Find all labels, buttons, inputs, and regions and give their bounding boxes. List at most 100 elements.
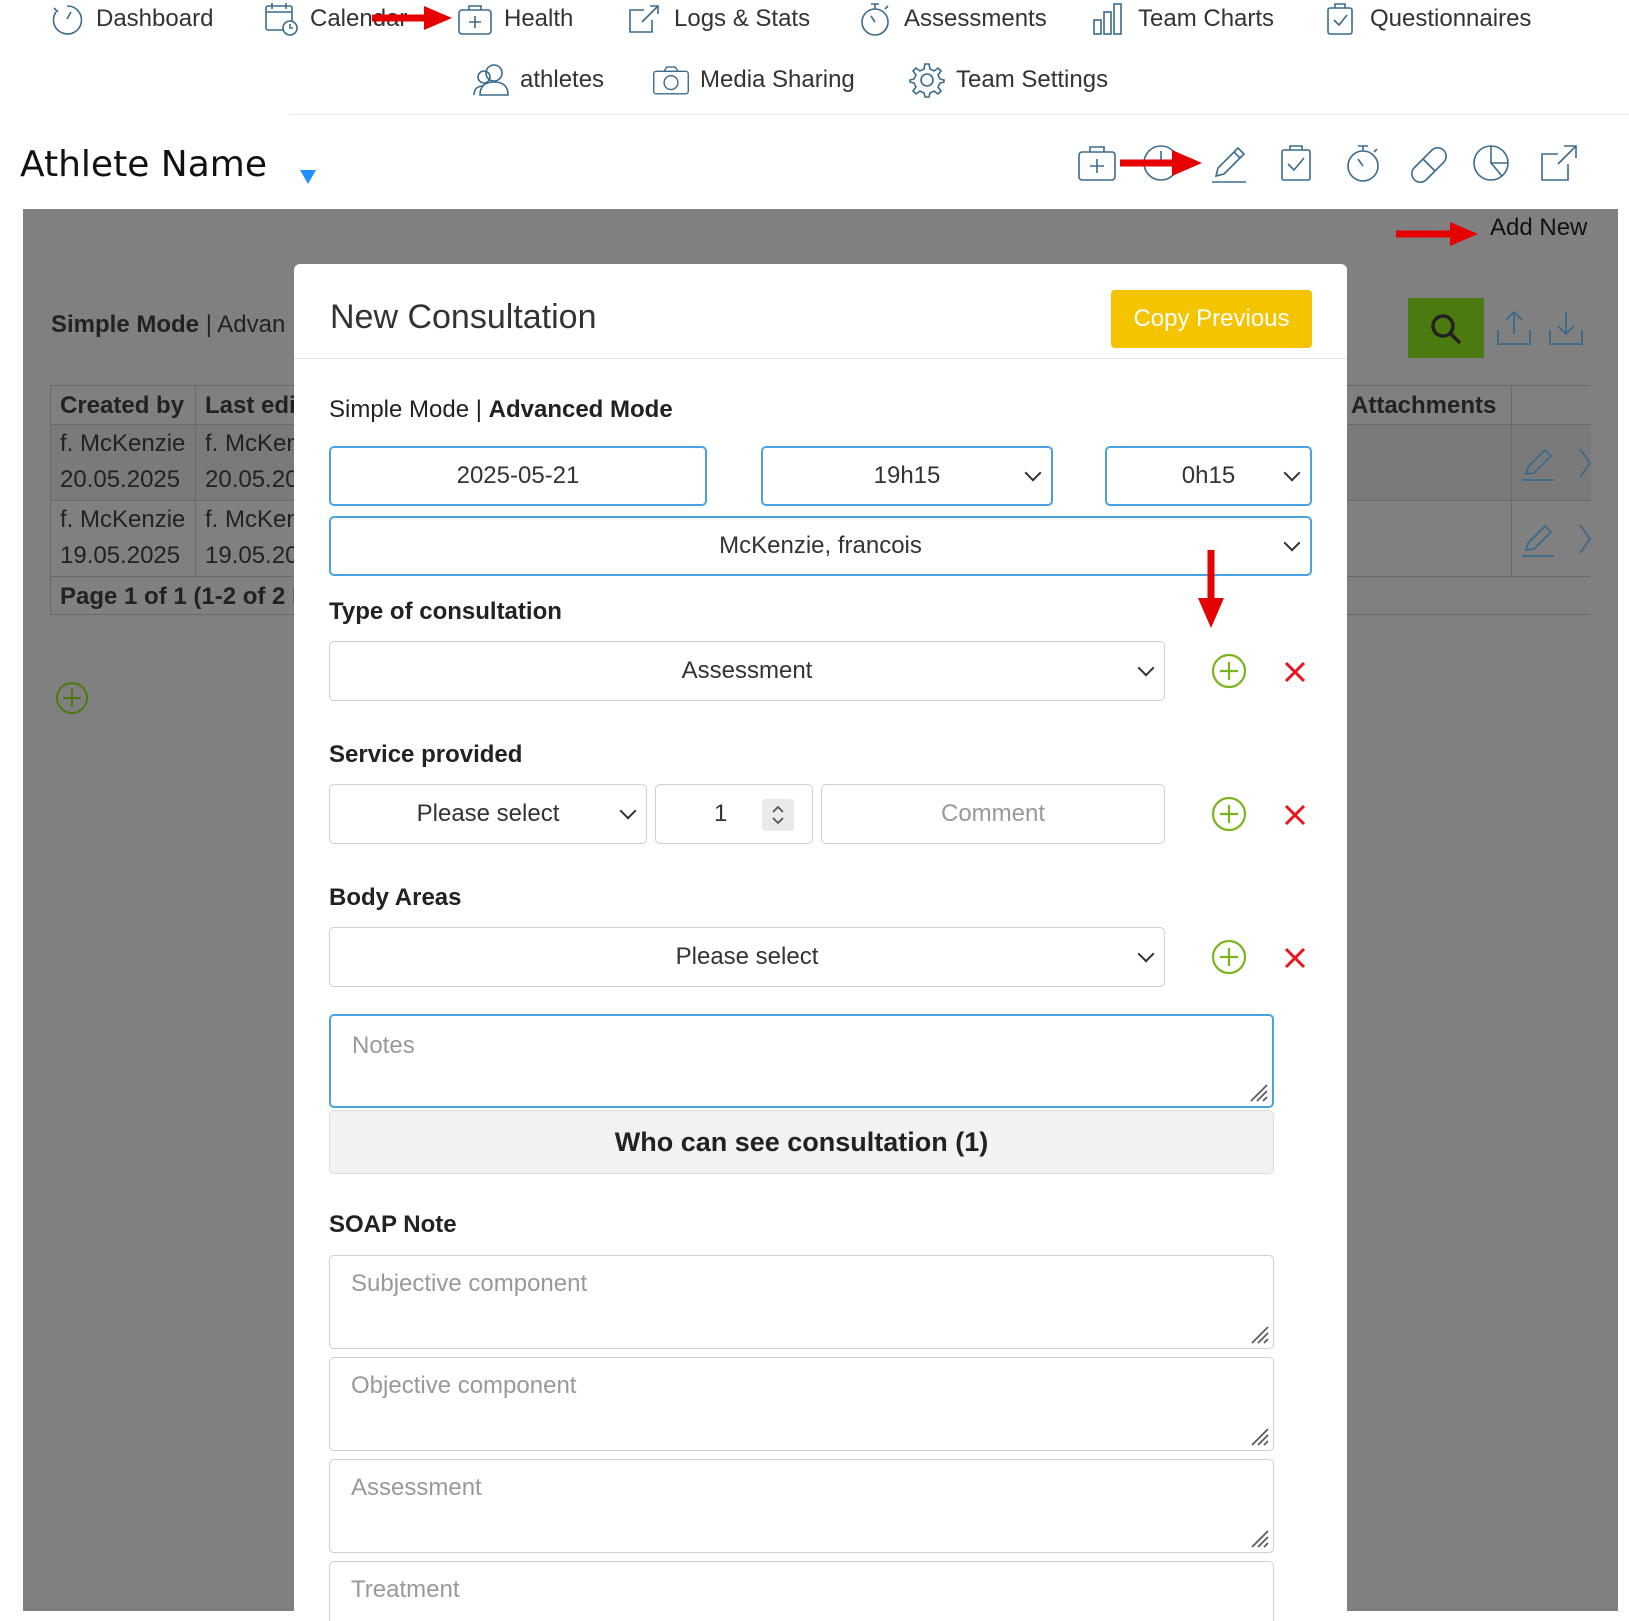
- athlete-dropdown-icon[interactable]: [300, 170, 316, 184]
- add-service-icon[interactable]: [1211, 796, 1247, 832]
- nav-health[interactable]: Health: [456, 0, 573, 38]
- background-mode-advanced: Advan: [217, 311, 286, 338]
- row2-expand-icon[interactable]: [1578, 522, 1592, 556]
- body-areas-select[interactable]: Please select: [329, 927, 1165, 987]
- body-areas-value: Please select: [675, 943, 819, 970]
- health-icon: [456, 0, 494, 38]
- chevron-down-icon: [1024, 464, 1042, 482]
- practitioner-select[interactable]: McKenzie, francois: [329, 516, 1312, 576]
- nav-team-charts-label: Team Charts: [1138, 5, 1275, 32]
- notes-textarea[interactable]: Notes: [329, 1014, 1274, 1108]
- modal-title: New Consultation: [330, 298, 597, 336]
- download-icon[interactable]: [1546, 308, 1586, 348]
- nav-team-settings[interactable]: Team Settings: [908, 61, 1108, 99]
- nav-team-charts[interactable]: Team Charts: [1090, 0, 1274, 38]
- search-icon: [1431, 314, 1462, 345]
- column-attachments[interactable]: Attachments: [1351, 392, 1496, 420]
- row2-created-by: f. McKenzie: [60, 506, 186, 533]
- nav-media-sharing-label: Media Sharing: [700, 66, 855, 93]
- soap-note-label: SOAP Note: [329, 1211, 457, 1238]
- add-type-icon[interactable]: [1211, 653, 1247, 689]
- nav-athletes-label: athletes: [520, 66, 605, 93]
- external-link-icon[interactable]: [1538, 142, 1580, 184]
- practitioner-value: McKenzie, francois: [719, 532, 922, 559]
- advanced-mode-link[interactable]: Advanced Mode: [489, 396, 673, 423]
- row2-edit-icon[interactable]: [1520, 522, 1556, 558]
- checklist-icon[interactable]: [1276, 142, 1318, 184]
- add-body-area-icon[interactable]: [1211, 939, 1247, 975]
- copy-previous-button[interactable]: Copy Previous: [1111, 290, 1312, 348]
- type-of-consultation-label: Type of consultation: [329, 598, 562, 625]
- column-last-edited[interactable]: Last edi: [205, 392, 296, 420]
- pie-chart-icon[interactable]: [1470, 142, 1512, 184]
- nav-dashboard-label: Dashboard: [96, 5, 214, 32]
- simple-mode-link[interactable]: Simple Mode: [329, 396, 469, 423]
- nav-assessments[interactable]: Assessments: [856, 0, 1047, 38]
- background-mode-sep: |: [199, 311, 218, 338]
- athlete-name: Athlete Name: [20, 144, 267, 185]
- resize-grip-icon[interactable]: [1246, 1423, 1270, 1447]
- type-of-consultation-select[interactable]: Assessment: [329, 641, 1165, 701]
- upload-icon[interactable]: [1494, 308, 1534, 348]
- date-input[interactable]: 2025-05-21: [329, 446, 707, 506]
- nav-athletes[interactable]: athletes: [472, 61, 604, 99]
- resize-grip-icon[interactable]: [1246, 1525, 1270, 1549]
- duration-value: 0h15: [1181, 462, 1236, 489]
- subjective-placeholder: Subjective component: [351, 1270, 588, 1297]
- remove-body-area-icon[interactable]: [1282, 945, 1308, 971]
- time-select[interactable]: 19h15: [761, 446, 1053, 506]
- stopwatch-icon: [856, 0, 894, 38]
- nav-media-sharing[interactable]: Media Sharing: [652, 61, 855, 99]
- stepper-arrows-icon[interactable]: [762, 799, 794, 831]
- treatment-placeholder: Treatment: [351, 1576, 460, 1603]
- logs-icon: [626, 0, 664, 38]
- add-new-link[interactable]: Add New: [1490, 214, 1587, 242]
- row1-created-date: 20.05.2025: [60, 466, 181, 493]
- nav-questionnaires[interactable]: Questionnaires: [1322, 0, 1531, 38]
- remove-type-icon[interactable]: [1282, 659, 1308, 685]
- service-value: Please select: [416, 800, 560, 827]
- nav-dashboard[interactable]: Dashboard: [48, 0, 213, 38]
- pencil-icon[interactable]: [1208, 142, 1250, 184]
- background-add-row-icon[interactable]: [54, 680, 90, 716]
- service-quantity-stepper[interactable]: 1: [655, 784, 813, 844]
- who-can-see-button[interactable]: Who can see consultation (1): [329, 1110, 1274, 1174]
- chevron-down-icon: [619, 802, 637, 820]
- nav-assessments-label: Assessments: [904, 5, 1047, 32]
- background-search-button[interactable]: [1408, 298, 1484, 358]
- mode-separator: |: [469, 396, 489, 423]
- row1-expand-icon[interactable]: [1578, 446, 1592, 480]
- stopwatch-icon[interactable]: [1342, 142, 1384, 184]
- body-areas-label: Body Areas: [329, 884, 462, 911]
- questionnaire-icon: [1322, 0, 1360, 38]
- calendar-icon: [262, 0, 300, 38]
- annotation-arrow-toolbar: [1120, 150, 1202, 176]
- type-of-consultation-value: Assessment: [681, 657, 813, 684]
- medical-kit-icon[interactable]: [1076, 142, 1118, 184]
- background-mode-simple: Simple Mode: [51, 311, 200, 338]
- treatment-textarea[interactable]: Treatment: [329, 1561, 1274, 1621]
- column-created-by[interactable]: Created by: [60, 392, 184, 420]
- objective-textarea[interactable]: Objective component: [329, 1357, 1274, 1451]
- row2-last-edit-by: f. McKen: [205, 506, 300, 533]
- service-comment-input[interactable]: Comment: [821, 784, 1165, 844]
- new-consultation-modal: New Consultation Copy Previous Simple Mo…: [294, 264, 1347, 1621]
- subjective-textarea[interactable]: Subjective component: [329, 1255, 1274, 1349]
- background-table-vline: [50, 385, 51, 614]
- duration-select[interactable]: 0h15: [1105, 446, 1312, 506]
- resize-grip-icon[interactable]: [1246, 1321, 1270, 1345]
- remove-service-icon[interactable]: [1282, 802, 1308, 828]
- service-select[interactable]: Please select: [329, 784, 647, 844]
- objective-placeholder: Objective component: [351, 1372, 577, 1399]
- chevron-down-icon: [1137, 659, 1155, 677]
- row1-edit-icon[interactable]: [1520, 446, 1556, 482]
- nav-logs-stats-label: Logs & Stats: [674, 5, 811, 32]
- camera-icon: [652, 61, 690, 99]
- chevron-down-icon: [1283, 534, 1301, 552]
- nav-logs-stats[interactable]: Logs & Stats: [626, 0, 810, 38]
- resize-grip-icon[interactable]: [1245, 1079, 1269, 1103]
- pill-icon[interactable]: [1406, 142, 1448, 184]
- assessment-textarea[interactable]: Assessment: [329, 1459, 1274, 1553]
- gear-icon: [908, 61, 946, 99]
- row2-created-date: 19.05.2025: [60, 542, 181, 569]
